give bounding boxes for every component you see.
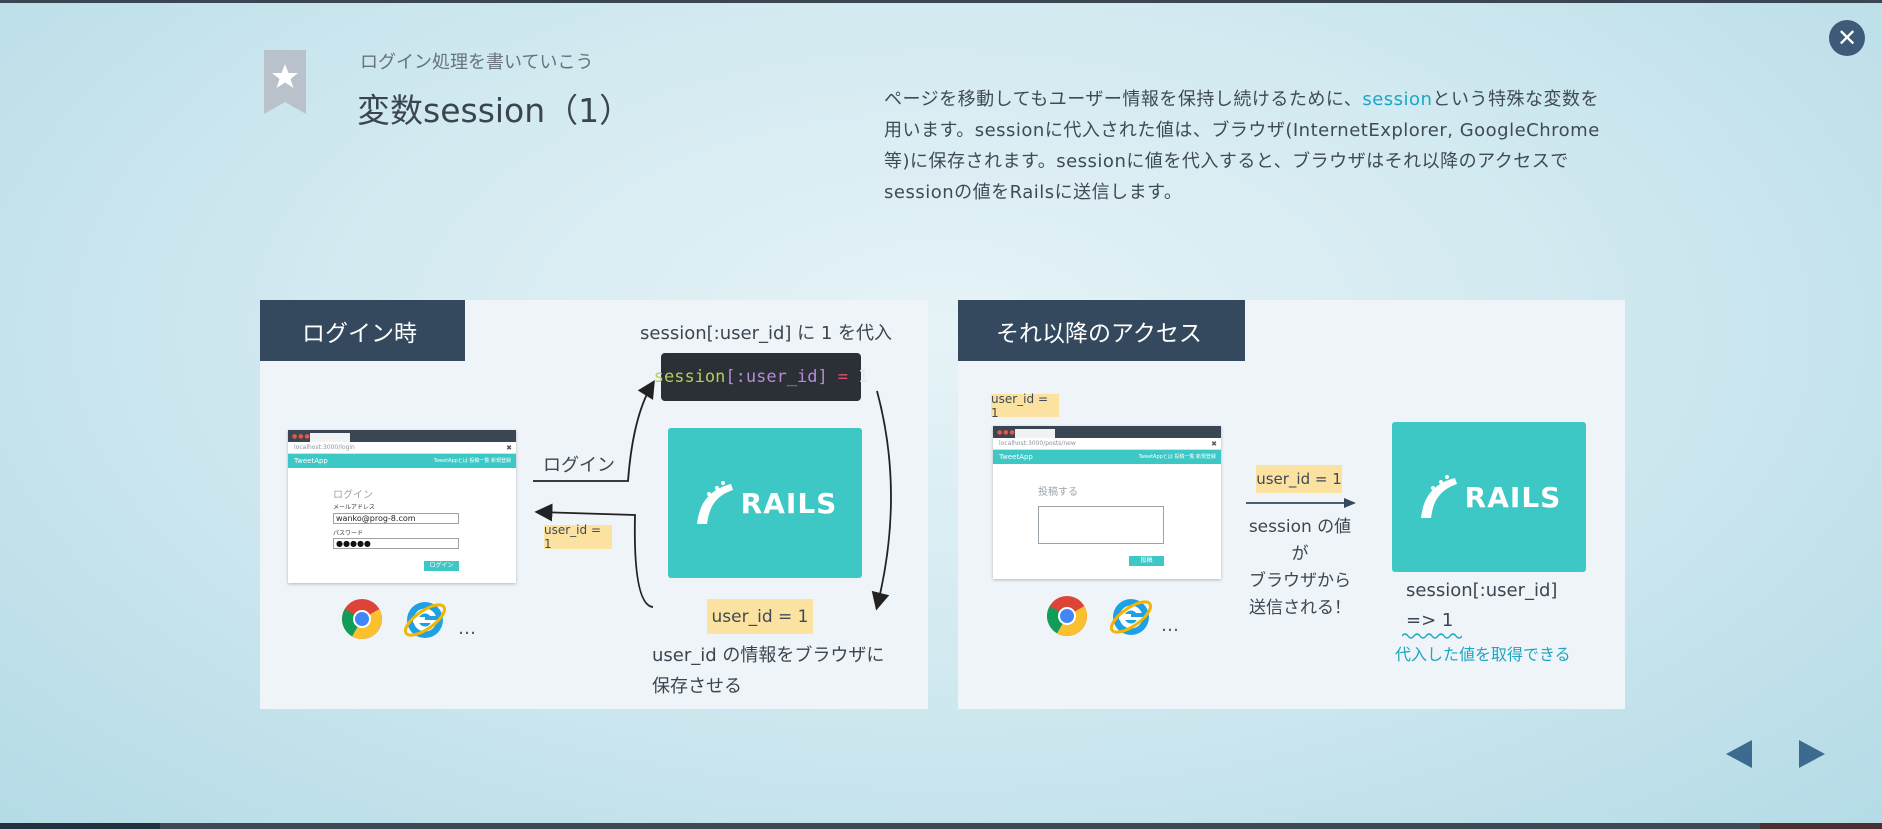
browser-chrome: ●●● <box>288 430 516 442</box>
login-browser-window: ●●● localhost:3000/login ✖ TweetApp TweetA… <box>288 430 516 583</box>
description-highlight: session <box>1362 89 1433 110</box>
window-dots: ●●● <box>997 429 1016 436</box>
login-panel-tab: ログイン時 <box>260 300 465 361</box>
chrome-icon <box>342 599 382 639</box>
browser-chrome: ●●● <box>993 426 1221 438</box>
login-flow-arrows <box>533 379 892 611</box>
close-icon: ✕ <box>1836 24 1858 52</box>
save-caption-line1: user_id の情報をブラウザに <box>652 645 885 666</box>
later-access-panel-tab: それ以降のアクセス <box>958 300 1245 361</box>
app-header: TweetApp TweetAppとは 投稿一覧 新規登録 <box>993 450 1221 464</box>
next-arrow-icon[interactable] <box>1797 738 1827 770</box>
app-nav: TweetAppとは 投稿一覧 新規登録 <box>1138 454 1216 460</box>
password-field[interactable]: ●●●●● <box>333 538 459 549</box>
rails-logo-icon <box>1420 475 1457 518</box>
result-line1: session[:user_id] <box>1406 580 1558 601</box>
browser-user-id-tag: user_id = 1 <box>991 392 1059 420</box>
bottom-strip <box>0 823 1882 829</box>
prev-arrow-icon[interactable] <box>1724 738 1754 770</box>
description-text-1: ページを移動してもユーザー情報を保持し続けるために、 <box>884 89 1363 110</box>
login-submit-button[interactable]: ログイン <box>424 561 459 571</box>
address-url: localhost:3000/posts/new <box>999 440 1076 447</box>
bottom-strip-segment <box>0 823 160 829</box>
post-browser-window: ●●● localhost:3000/posts/new ✖ TweetApp Tw… <box>993 426 1221 579</box>
ie-icon <box>1109 599 1153 635</box>
close-button[interactable]: ✕ <box>1829 20 1865 56</box>
login-heading: ログイン <box>333 490 373 501</box>
lesson-subtitle: ログイン処理を書いていこう <box>360 52 594 73</box>
post-submit-button[interactable]: 投稿 <box>1129 556 1164 566</box>
more-browsers-ellipsis: … <box>458 618 476 639</box>
window-dots: ●●● <box>292 433 311 440</box>
password-label: パスワード <box>333 530 364 537</box>
slide-description: ページを移動してもユーザー情報を保持し続けるために、sessionという特殊な変… <box>884 84 1604 208</box>
save-caption-line2: 保存させる <box>652 676 742 697</box>
email-label: メールアドレス <box>333 504 376 511</box>
sent-caption-line3: 送信される！ <box>1249 598 1351 618</box>
wavy-underline <box>1402 633 1462 639</box>
rails-label: RAILS <box>1464 480 1562 514</box>
bottom-strip-segment <box>1760 823 1882 829</box>
close-tab-icon: ✖ <box>506 444 512 452</box>
browser-tab <box>310 433 350 442</box>
result-line2: => 1 <box>1406 610 1454 631</box>
sent-caption-line2: ブラウザから <box>1249 571 1351 591</box>
assign-caption: session[:user_id] に 1 を代入 <box>640 323 893 344</box>
post-textarea[interactable] <box>1038 506 1164 544</box>
star-ribbon-icon <box>264 50 306 114</box>
app-nav: TweetAppとは 投稿一覧 新規登録 <box>433 458 511 464</box>
app-name: TweetApp <box>999 453 1033 461</box>
top-strip <box>0 0 1882 3</box>
close-tab-icon: ✖ <box>1211 440 1217 448</box>
more-browsers-ellipsis: … <box>1161 615 1179 636</box>
address-url: localhost:3000/login <box>294 444 355 451</box>
browser-tab <box>1015 429 1055 438</box>
chrome-icon <box>1047 596 1087 636</box>
ie-icon <box>403 602 447 638</box>
post-heading: 投稿する <box>1038 487 1078 498</box>
app-header: TweetApp TweetAppとは 投稿一覧 新規登録 <box>288 454 516 468</box>
sent-caption-line1: session の値が <box>1248 517 1352 564</box>
address-bar: localhost:3000/posts/new ✖ <box>993 438 1221 450</box>
sent-user-id-tag: user_id = 1 <box>1256 465 1342 493</box>
address-bar: localhost:3000/login ✖ <box>288 442 516 454</box>
email-field[interactable]: wanko@prog-8.com <box>333 513 459 524</box>
sent-caption: session の値が ブラウザから 送信される！ <box>1244 514 1356 622</box>
lesson-title: 変数session（1） <box>357 91 633 130</box>
rails-server-box: RAILS <box>1392 422 1586 572</box>
result-note: 代入した値を取得できる <box>1395 645 1571 664</box>
send-arrow <box>1246 498 1356 508</box>
app-name: TweetApp <box>294 457 328 465</box>
